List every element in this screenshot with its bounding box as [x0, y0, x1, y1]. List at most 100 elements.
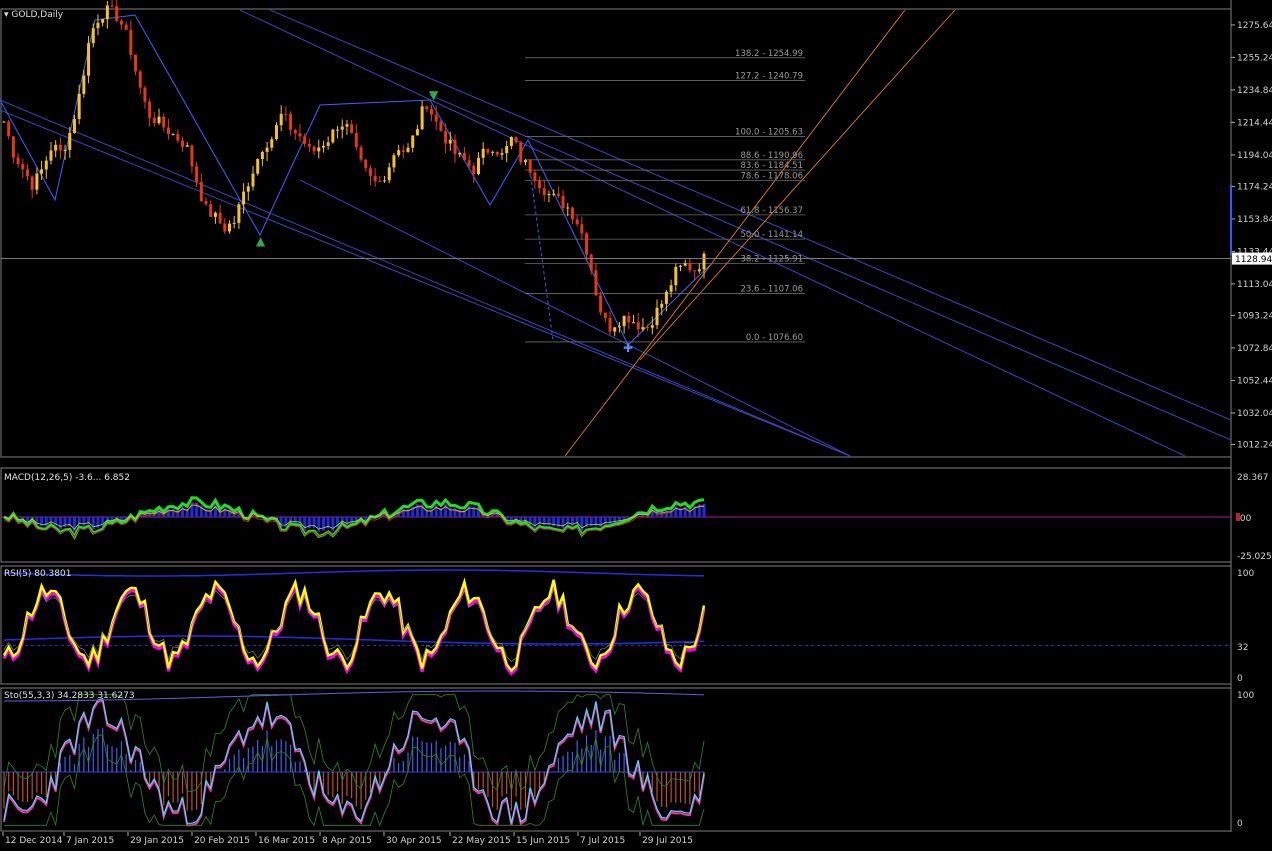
price-tick-label: 1032.04: [1237, 409, 1272, 419]
candle-body: [519, 142, 523, 163]
candle-body: [256, 159, 260, 174]
candle-body: [176, 133, 180, 141]
orange-channel-line: [639, 9, 956, 361]
fib-level-label: 127.2 - 1240.79: [735, 71, 803, 81]
candle-body: [25, 169, 29, 177]
candle-body: [486, 148, 490, 153]
candle-body: [105, 5, 109, 20]
sto-scale-label: 100: [1237, 691, 1254, 701]
candle-body: [157, 116, 161, 124]
candle-body: [589, 254, 593, 271]
candle-body: [462, 152, 466, 161]
price-axis[interactable]: 1275.64 1255.24 1234.84 1214.44 1194.04 1174.…: [1, 21, 1272, 451]
date-tick-label: 29 Jul 2015: [642, 836, 693, 846]
candle-body: [401, 150, 405, 152]
macd-scale-label: 28.367: [1237, 473, 1269, 483]
candle-body: [307, 143, 311, 147]
candle-body: [674, 266, 678, 286]
date-axis: 12 Dec 2014 7 Jan 2015 29 Jan 2015 20 Feb 2…: [2, 832, 693, 846]
candle-body: [274, 125, 278, 140]
rsi-label: RSI(5) 80.3801: [4, 569, 72, 579]
candle-body: [213, 212, 217, 217]
candle-body: [632, 322, 636, 324]
candle-body: [49, 150, 53, 161]
date-tick-label: 7 Jan 2015: [66, 836, 114, 846]
candle-body: [350, 124, 354, 134]
candle-body: [397, 150, 401, 156]
candle-body: [467, 160, 471, 166]
crosshair-marker-icon: ✚: [623, 341, 633, 355]
candle-body: [54, 144, 58, 151]
blue-channel-line: [0, 109, 851, 457]
candle-body: [594, 270, 598, 296]
candle-body: [119, 20, 123, 25]
candle-body: [284, 113, 288, 115]
down-arrow-icon: ▼: [429, 88, 439, 102]
candle-body: [134, 54, 138, 72]
candle-body: [190, 145, 194, 167]
date-tick-label: 22 May 2015: [452, 836, 511, 846]
candle-body: [655, 307, 659, 326]
chart-canvas[interactable]: 138.2 - 1254.99 127.2 - 1240.79 100.0 - 12…: [0, 0, 1272, 848]
candle-body: [124, 24, 128, 30]
fib-level-label: 0.0 - 1076.60: [746, 333, 803, 343]
symbol-title-text: GOLD,Daily: [11, 10, 64, 20]
candle-body: [617, 326, 621, 328]
candle-body: [481, 148, 485, 158]
candle-body: [693, 270, 697, 272]
macd-label: MACD(12,26,5) -3.6... 6.852: [4, 473, 130, 483]
blue-channel-line: [429, 94, 1232, 441]
candle-body: [148, 101, 152, 118]
candle-body: [354, 133, 358, 148]
macd-scale-label: -25.025: [1237, 552, 1272, 562]
candle-body: [185, 145, 189, 147]
collapse-arrow-icon[interactable]: ▾: [4, 10, 9, 20]
price-tick-label: 1052.44: [1237, 376, 1272, 386]
candle-body: [514, 137, 518, 143]
fib-level-label: 100.0 - 1205.63: [735, 127, 803, 137]
candle-body: [265, 147, 269, 152]
symbol-title[interactable]: ▾ GOLD,Daily: [4, 10, 63, 20]
fib-level-label: 50.0 - 1141.14: [740, 230, 803, 240]
candle-body: [77, 93, 81, 119]
candle-body: [129, 29, 133, 55]
date-tick-label: 8 Apr 2015: [322, 836, 372, 846]
candle-body: [242, 191, 246, 205]
candle-body: [101, 19, 105, 23]
rsi-scale-label: 100: [1237, 569, 1254, 579]
candle-body: [228, 223, 232, 232]
sto-label: Sto(55,3,3) 34.2833 31.6273: [4, 691, 135, 701]
candle-body: [420, 106, 424, 130]
candle-body: [181, 140, 185, 147]
macd-value-tag: [1236, 513, 1240, 521]
candle-body: [110, 5, 114, 7]
blue-channel-line: [239, 9, 1186, 457]
candle-body: [542, 188, 546, 196]
candle-body: [336, 129, 340, 131]
candle-body: [561, 195, 565, 209]
candle-body: [688, 263, 692, 271]
candle-body: [439, 121, 443, 132]
blue-channel-line: [0, 99, 851, 457]
candle-body: [246, 186, 250, 192]
date-tick-label: 30 Apr 2015: [386, 836, 442, 846]
candle-body: [476, 157, 480, 175]
candle-body: [509, 137, 513, 146]
candle-body: [641, 327, 645, 330]
candle-body: [72, 118, 76, 133]
candle-body: [472, 165, 476, 175]
date-tick-label: 20 Feb 2015: [194, 836, 250, 846]
candle-body: [491, 151, 495, 153]
candle-body: [293, 129, 297, 134]
candle-body: [199, 181, 203, 201]
candle-body: [538, 180, 542, 189]
date-tick-label: 12 Dec 2014: [5, 836, 63, 846]
candle-body: [570, 207, 574, 220]
candle-body: [458, 152, 462, 155]
candle-body: [298, 133, 302, 137]
candle-body: [575, 219, 579, 225]
date-tick-label: 15 Jun 2015: [516, 836, 570, 846]
candle-body: [21, 164, 25, 170]
candle-body: [44, 160, 48, 170]
candle-body: [303, 136, 307, 144]
